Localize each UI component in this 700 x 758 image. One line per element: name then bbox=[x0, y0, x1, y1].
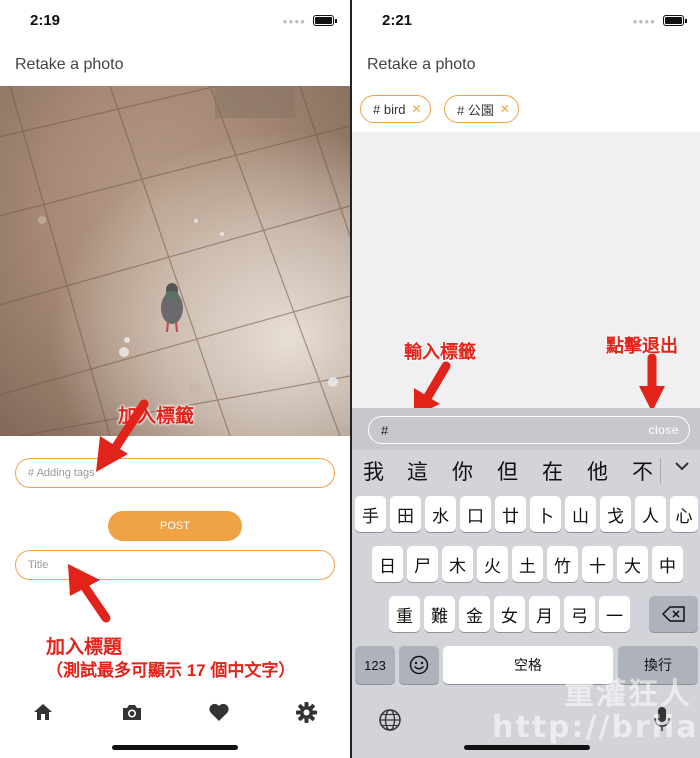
key[interactable]: 心 bbox=[670, 496, 698, 532]
title-field[interactable] bbox=[15, 550, 335, 580]
nav-bar: Retake a photo bbox=[0, 42, 350, 86]
close-icon[interactable]: ✕ bbox=[412, 102, 422, 116]
pavement-pattern bbox=[0, 86, 350, 436]
key[interactable]: 土 bbox=[512, 546, 543, 582]
nav-bar: Retake a photo bbox=[352, 42, 700, 86]
arrow-icon bbox=[639, 354, 665, 412]
emoji-key[interactable] bbox=[399, 646, 439, 684]
candidate-word[interactable]: 你 bbox=[452, 456, 473, 486]
candidate-word[interactable]: 這 bbox=[407, 456, 428, 486]
arrow-icon bbox=[68, 564, 111, 623]
candidate-word[interactable]: 他 bbox=[587, 456, 608, 486]
battery-icon bbox=[313, 15, 337, 26]
key[interactable]: 重 bbox=[389, 596, 420, 632]
annotation-title-note: （測試最多可顯示 17 個中文字） bbox=[46, 661, 296, 680]
candidate-divider bbox=[660, 458, 661, 484]
numbers-key[interactable]: 123 bbox=[355, 646, 395, 684]
key[interactable]: 月 bbox=[529, 596, 560, 632]
tag-input-field[interactable]: # close bbox=[368, 416, 690, 444]
battery-icon bbox=[663, 15, 687, 26]
key[interactable]: 山 bbox=[565, 496, 596, 532]
key[interactable]: 戈 bbox=[600, 496, 631, 532]
tags-input[interactable] bbox=[16, 459, 334, 487]
key[interactable]: 金 bbox=[459, 596, 490, 632]
signal-icon: ●●●● bbox=[632, 17, 656, 26]
key[interactable]: 廿 bbox=[495, 496, 526, 532]
status-bar: 2:19 ●●●● bbox=[0, 0, 350, 42]
home-indicator[interactable] bbox=[112, 745, 238, 750]
key[interactable]: 木 bbox=[442, 546, 473, 582]
camera-icon[interactable] bbox=[121, 702, 143, 722]
key[interactable]: 竹 bbox=[547, 546, 578, 582]
key[interactable]: 日 bbox=[372, 546, 403, 582]
tag-chip-label: # 公園 bbox=[457, 102, 494, 118]
key[interactable]: 尸 bbox=[407, 546, 438, 582]
key[interactable]: 火 bbox=[477, 546, 508, 582]
key[interactable]: 難 bbox=[424, 596, 455, 632]
tab-bar bbox=[0, 690, 350, 734]
tag-input-prefix: # bbox=[381, 422, 389, 438]
tags-field[interactable] bbox=[15, 458, 335, 488]
home-indicator[interactable] bbox=[464, 745, 590, 750]
key[interactable]: 人 bbox=[635, 496, 666, 532]
signal-icon: ●●●● bbox=[282, 17, 306, 26]
tag-chip[interactable]: # bird ✕ bbox=[360, 95, 431, 123]
backspace-key[interactable] bbox=[649, 596, 698, 632]
key[interactable]: 女 bbox=[494, 596, 525, 632]
key[interactable]: 十 bbox=[582, 546, 613, 582]
nav-title[interactable]: Retake a photo bbox=[15, 56, 124, 74]
captured-photo bbox=[0, 86, 350, 436]
arrow-icon bbox=[96, 399, 149, 472]
status-bar: 2:21 ●●●● bbox=[352, 0, 700, 42]
status-time: 2:21 bbox=[382, 12, 413, 29]
left-screen: 2:19 ●●●● Retake a photo # Adding tags P… bbox=[0, 0, 350, 758]
right-screen: 2:21 ●●●● Retake a photo # bird ✕ # 公園 ✕… bbox=[352, 0, 700, 758]
key[interactable]: 田 bbox=[390, 496, 421, 532]
gear-icon[interactable] bbox=[296, 702, 317, 723]
chevron-down-icon[interactable] bbox=[674, 460, 690, 472]
nav-title[interactable]: Retake a photo bbox=[367, 56, 476, 74]
key[interactable]: 弓 bbox=[564, 596, 595, 632]
annotation-add-title: 加入標題 bbox=[46, 637, 123, 658]
candidate-bar: 我 這 你 但 在 他 不 bbox=[352, 450, 700, 490]
key[interactable]: 大 bbox=[617, 546, 648, 582]
close-icon[interactable]: ✕ bbox=[500, 102, 510, 116]
key[interactable]: 手 bbox=[355, 496, 386, 532]
close-button[interactable]: close bbox=[648, 423, 679, 437]
candidate-word[interactable]: 不 bbox=[632, 456, 653, 486]
post-button[interactable]: POST bbox=[108, 511, 242, 541]
status-time: 2:19 bbox=[30, 12, 61, 29]
tag-chip[interactable]: # 公園 ✕ bbox=[444, 95, 519, 123]
emoji-icon bbox=[409, 655, 429, 675]
pigeon-image bbox=[161, 283, 183, 333]
key[interactable]: 中 bbox=[652, 546, 683, 582]
key[interactable]: 水 bbox=[425, 496, 456, 532]
candidate-word[interactable]: 但 bbox=[497, 456, 518, 486]
home-icon[interactable] bbox=[33, 702, 53, 722]
key[interactable]: 卜 bbox=[530, 496, 561, 532]
globe-icon[interactable] bbox=[378, 708, 402, 732]
candidate-word[interactable]: 我 bbox=[363, 456, 384, 486]
backspace-icon bbox=[661, 606, 685, 622]
heart-icon[interactable] bbox=[208, 702, 230, 722]
watermark: 重灌狂人 http://briian.com bbox=[492, 677, 700, 745]
tag-chip-label: # bird bbox=[373, 101, 406, 117]
tag-chips-row: # bird ✕ # 公園 ✕ bbox=[352, 86, 700, 132]
input-accessory-bar: # close bbox=[352, 408, 700, 450]
candidate-word[interactable]: 在 bbox=[542, 456, 563, 486]
key[interactable]: 一 bbox=[599, 596, 630, 632]
key[interactable]: 口 bbox=[460, 496, 491, 532]
